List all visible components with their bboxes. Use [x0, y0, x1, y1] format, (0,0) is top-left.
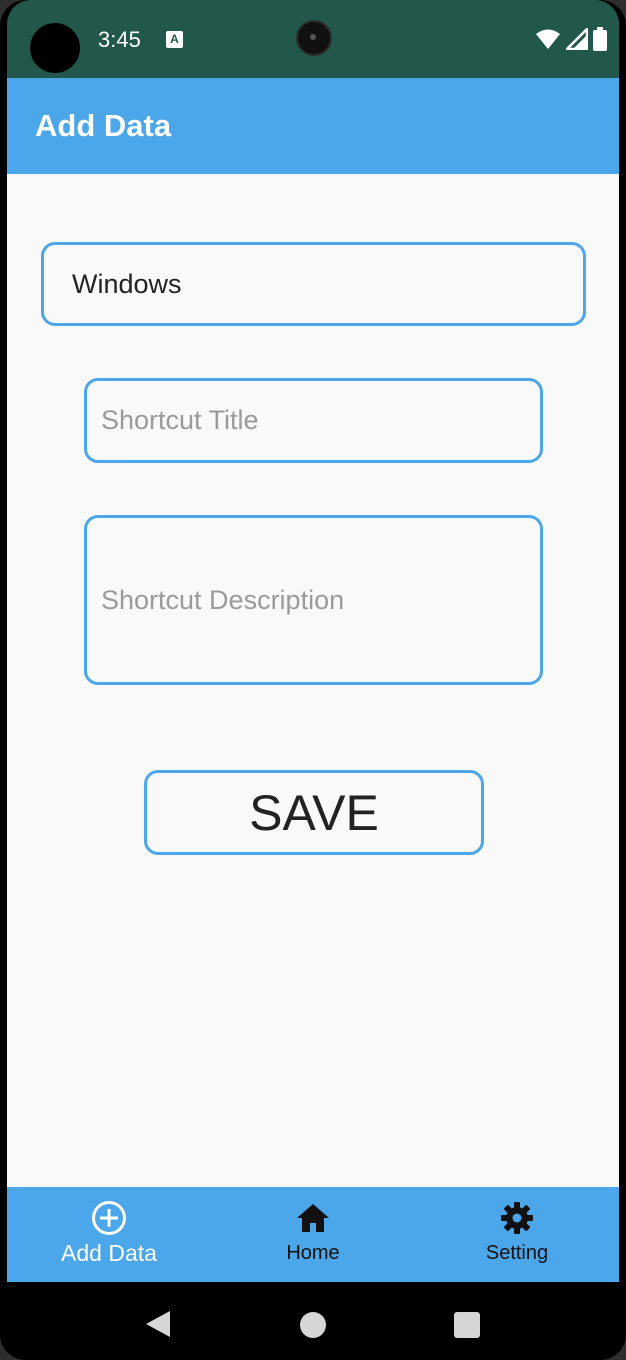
- status-bar: 3:45 A: [7, 0, 619, 78]
- phone-screen: 3:45 A Add Data Windows Shortcut Title S…: [0, 0, 626, 1360]
- nav-item-home[interactable]: Home: [211, 1187, 415, 1282]
- wifi-icon: [536, 29, 560, 49]
- os-field[interactable]: Windows: [41, 242, 586, 326]
- notification-icon: A: [166, 31, 183, 48]
- status-icons: [535, 26, 607, 52]
- nav-label-home: Home: [286, 1242, 340, 1264]
- nav-item-add-data[interactable]: Add Data: [7, 1187, 211, 1282]
- add-circle-icon: [91, 1200, 127, 1236]
- gear-icon: [499, 1200, 535, 1236]
- home-icon: [295, 1200, 331, 1236]
- system-navigation-bar: [0, 1282, 626, 1360]
- save-button-label: SAVE: [249, 784, 379, 841]
- home-circle-icon[interactable]: [300, 1312, 326, 1338]
- nav-label-setting: Setting: [485, 1242, 549, 1264]
- camera-lens: [296, 20, 332, 56]
- nav-label-add-data: Add Data: [61, 1240, 157, 1266]
- front-camera-cutout: [30, 23, 80, 73]
- shortcut-title-input[interactable]: Shortcut Title: [84, 378, 543, 463]
- bottom-navigation: Add Data Home Setting: [7, 1187, 619, 1282]
- status-time: 3:45: [98, 27, 141, 52]
- os-field-value: Windows: [72, 268, 182, 299]
- battery-icon: [593, 27, 607, 51]
- save-button[interactable]: SAVE: [144, 770, 484, 855]
- shortcut-title-placeholder: Shortcut Title: [101, 405, 259, 435]
- shortcut-description-placeholder: Shortcut Description: [101, 584, 345, 615]
- main-content: Windows Shortcut Title Shortcut Descript…: [7, 174, 619, 1187]
- recent-apps-icon[interactable]: [454, 1312, 480, 1338]
- cell-signal-icon: [566, 28, 588, 50]
- back-icon[interactable]: [144, 1309, 172, 1339]
- page-title: Add Data: [35, 108, 172, 143]
- app-bar: Add Data: [7, 78, 619, 174]
- nav-item-setting[interactable]: Setting: [415, 1187, 619, 1282]
- shortcut-description-input[interactable]: Shortcut Description: [84, 515, 543, 685]
